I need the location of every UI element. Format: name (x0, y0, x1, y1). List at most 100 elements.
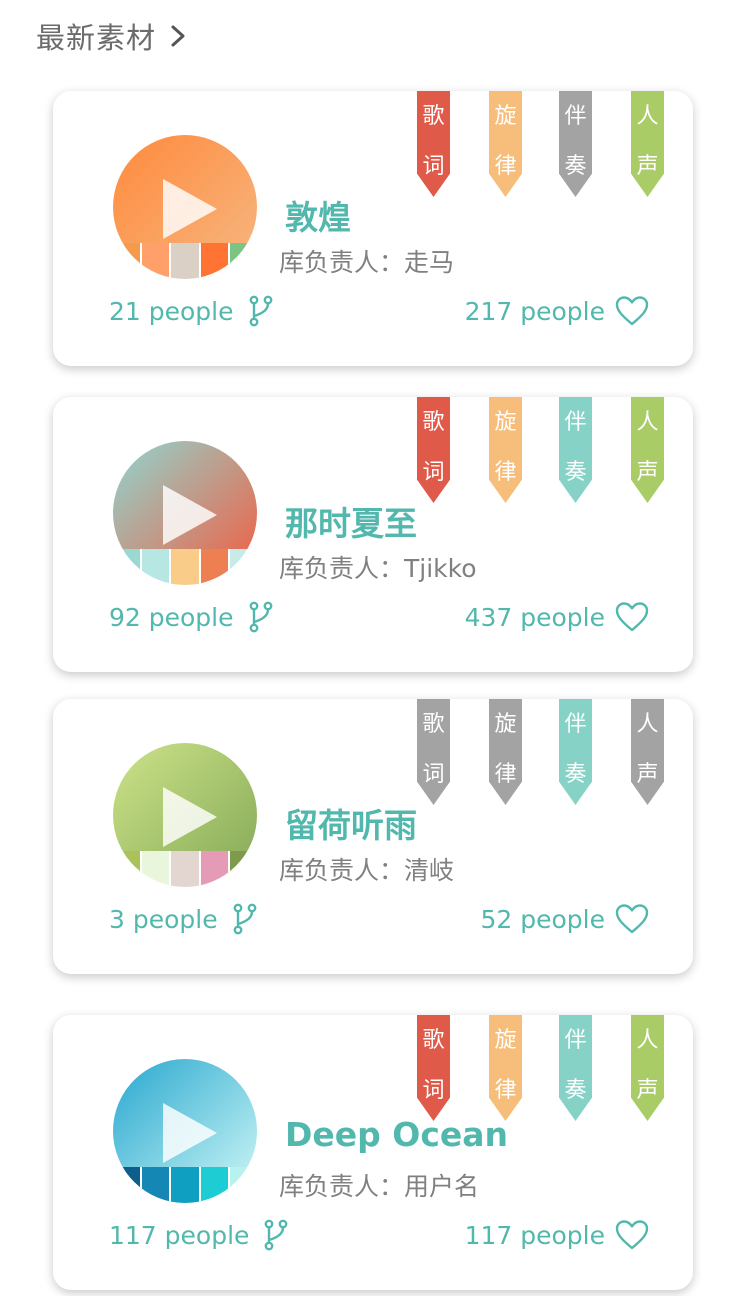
category-tag[interactable]: 伴奏 (559, 91, 592, 197)
category-tag[interactable]: 伴奏 (559, 397, 592, 503)
tag-char: 律 (494, 1078, 517, 1103)
fork-count: 21 people (109, 296, 234, 326)
category-tag[interactable]: 旋律 (489, 1015, 522, 1121)
color-swatch (140, 549, 170, 585)
color-swatch (227, 243, 257, 279)
material-card[interactable]: Deep Ocean 库负责人：用户名歌词旋律伴奏人声 117 people 117 … (53, 1015, 693, 1290)
color-swatches (113, 549, 257, 585)
material-card[interactable]: 那时夏至 库负责人：Tjikko 歌词旋律伴奏人声 92 people 437 peop… (53, 397, 693, 672)
category-tag[interactable]: 歌词 (417, 91, 450, 197)
play-icon[interactable] (163, 485, 217, 545)
fork-count: 3 people (109, 904, 218, 934)
material-card[interactable]: 留荷听雨 库负责人：清岐歌词旋律伴奏人声 3 people 52 people (53, 699, 693, 974)
heart-icon[interactable] (615, 903, 649, 935)
tag-char: 奏 (564, 154, 587, 179)
category-tag[interactable]: 旋律 (489, 397, 522, 503)
fork-icon[interactable] (248, 601, 274, 633)
tag-char: 声 (636, 762, 659, 787)
tag-char: 旋 (494, 1028, 517, 1053)
category-tag[interactable]: 伴奏 (559, 699, 592, 805)
like-count: 52 people (480, 904, 606, 934)
heart-icon[interactable] (615, 295, 649, 327)
category-tag[interactable]: 歌词 (417, 699, 450, 805)
section-title: 最新素材 (36, 21, 157, 55)
fork-stat[interactable]: 3 people (109, 903, 258, 935)
tag-char: 旋 (494, 104, 517, 129)
card-title: 留荷听雨 (285, 806, 417, 845)
chevron-right-icon[interactable] (168, 22, 188, 50)
color-swatch (169, 549, 199, 585)
color-swatches (113, 1167, 257, 1203)
color-swatch (227, 851, 257, 887)
tag-char: 人 (636, 712, 659, 737)
tag-char: 词 (422, 1078, 445, 1103)
cover-image[interactable] (113, 441, 257, 585)
tag-char: 人 (636, 104, 659, 129)
fork-stat[interactable]: 21 people (109, 295, 274, 327)
fork-stat[interactable]: 117 people (109, 1219, 289, 1251)
library-owner: 库负责人：清岐 (279, 856, 455, 885)
tag-char: 声 (636, 460, 659, 485)
category-tag[interactable]: 歌词 (417, 397, 450, 503)
cover-image[interactable] (113, 743, 257, 887)
category-tag[interactable]: 人声 (631, 397, 664, 503)
category-tag[interactable]: 伴奏 (559, 1015, 592, 1121)
color-swatch (198, 851, 228, 887)
tag-char: 伴 (564, 1028, 587, 1053)
category-tag[interactable]: 人声 (631, 699, 664, 805)
library-owner: 库负责人：走马 (279, 248, 455, 277)
like-stat[interactable]: 117 people (465, 1219, 649, 1251)
color-swatch (169, 243, 199, 279)
card-title: Deep Ocean (285, 1115, 509, 1154)
tag-char: 律 (494, 154, 517, 179)
tag-char: 旋 (494, 712, 517, 737)
tag-char: 律 (494, 762, 517, 787)
color-swatch (198, 549, 228, 585)
like-stat[interactable]: 217 people (465, 295, 649, 327)
like-count: 437 people (464, 602, 605, 632)
tag-char: 律 (494, 460, 517, 485)
material-card[interactable]: 敦煌 库负责人：走马歌词旋律伴奏人声 21 people 217 people (53, 91, 693, 366)
fork-count: 92 people (109, 602, 234, 632)
color-swatch (113, 851, 141, 887)
like-count: 217 people (464, 296, 605, 326)
color-swatch (169, 1167, 199, 1203)
fork-stat[interactable]: 92 people (109, 601, 274, 633)
cover-image[interactable] (113, 135, 257, 279)
heart-icon[interactable] (615, 1219, 649, 1251)
tag-char: 声 (636, 1078, 659, 1103)
category-tag[interactable]: 旋律 (489, 699, 522, 805)
cover-image[interactable] (113, 1059, 257, 1203)
category-tag[interactable]: 歌词 (417, 1015, 450, 1121)
play-icon[interactable] (163, 179, 217, 239)
section-header[interactable]: 最新素材 (36, 14, 188, 58)
color-swatch (198, 1167, 228, 1203)
color-swatches (113, 851, 257, 887)
fork-icon[interactable] (263, 1219, 289, 1251)
tag-char: 奏 (564, 762, 587, 787)
card-title: 敦煌 (285, 198, 351, 237)
color-swatch (140, 243, 170, 279)
category-tag[interactable]: 旋律 (489, 91, 522, 197)
fork-icon[interactable] (248, 295, 274, 327)
category-tag[interactable]: 人声 (631, 91, 664, 197)
tag-char: 伴 (564, 410, 587, 435)
tag-char: 伴 (564, 712, 587, 737)
like-stat[interactable]: 52 people (481, 903, 650, 935)
color-swatch (227, 1167, 257, 1203)
play-icon[interactable] (163, 787, 217, 847)
color-swatch (113, 549, 141, 585)
category-tag[interactable]: 人声 (631, 1015, 664, 1121)
play-icon[interactable] (163, 1103, 217, 1163)
heart-icon[interactable] (615, 601, 649, 633)
tag-char: 伴 (564, 104, 587, 129)
color-swatch (169, 851, 199, 887)
tag-char: 词 (422, 154, 445, 179)
tag-char: 词 (422, 762, 445, 787)
fork-icon[interactable] (232, 903, 258, 935)
like-count: 117 people (464, 1220, 605, 1250)
like-stat[interactable]: 437 people (465, 601, 649, 633)
tag-char: 人 (636, 1028, 659, 1053)
card-title: 那时夏至 (285, 504, 417, 543)
tag-char: 旋 (494, 410, 517, 435)
